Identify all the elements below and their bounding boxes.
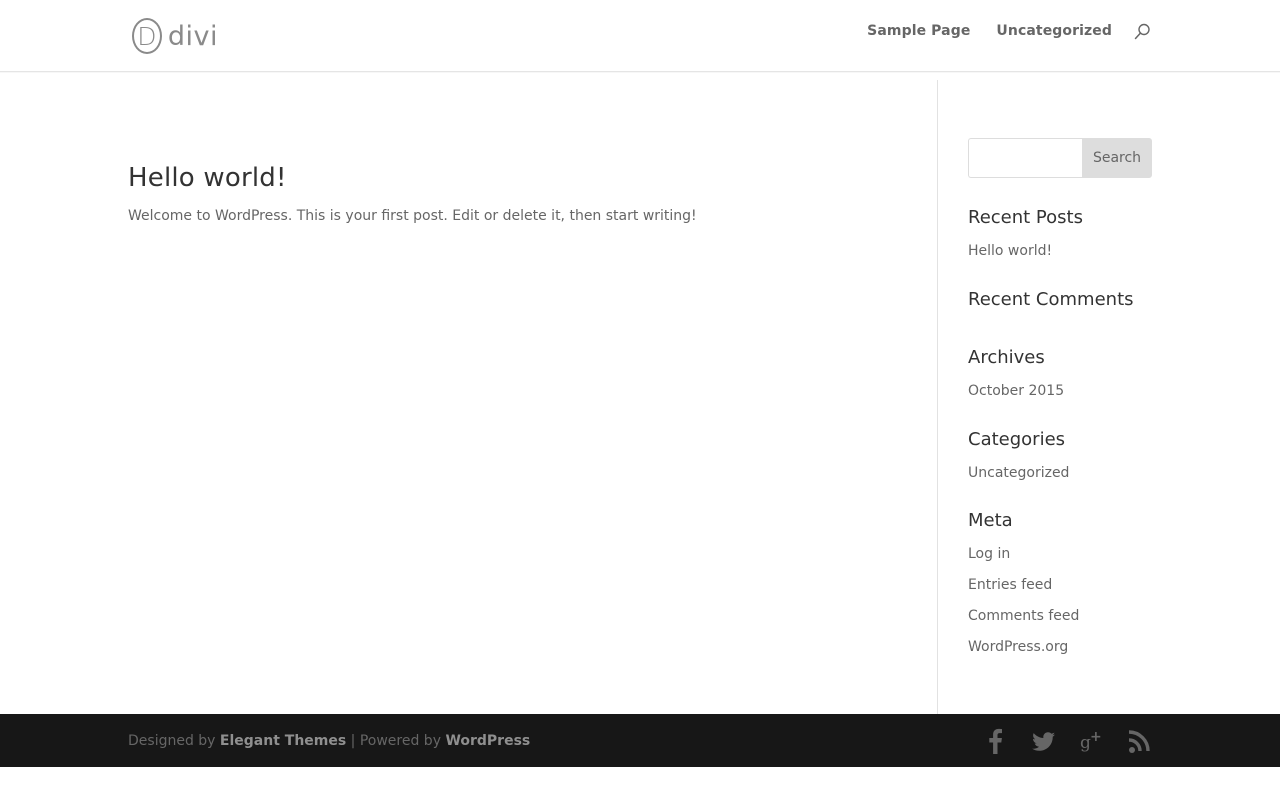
site-header: D divi Sample Page Uncategorized (0, 0, 1280, 72)
main-navigation: Sample Page Uncategorized (867, 21, 1112, 41)
widget-list: Uncategorized (968, 463, 1152, 483)
widget-title: Categories (968, 429, 1066, 450)
search-toggle-button[interactable] (1133, 22, 1153, 42)
post-title[interactable]: Hello world! (128, 163, 287, 193)
social-icons: g + (984, 727, 1152, 755)
credits-separator: | Powered by (346, 733, 446, 749)
logo-text: divi (167, 20, 218, 52)
search-widget: Search (968, 138, 1152, 178)
nav-item-uncategorized[interactable]: Uncategorized (996, 21, 1112, 41)
wordpress-link[interactable]: WordPress (445, 733, 530, 749)
meta-link-log-in[interactable]: Log in (968, 546, 1010, 562)
meta-link-entries-feed[interactable]: Entries feed (968, 577, 1052, 593)
post-title-link[interactable]: Hello world! (128, 163, 287, 193)
sidebar: Search Recent Posts Hello world! Recent … (968, 138, 1152, 655)
category-link[interactable]: Uncategorized (968, 465, 1069, 481)
site-footer: Designed by Elegant Themes | Powered by … (0, 714, 1280, 767)
widget-title: Recent Posts (968, 207, 1083, 228)
widget-categories: Categories Uncategorized (968, 428, 1152, 483)
meta-link-comments-feed[interactable]: Comments feed (968, 608, 1079, 624)
facebook-icon[interactable] (984, 727, 1008, 755)
search-input[interactable] (968, 138, 1082, 178)
widget-title: Archives (968, 347, 1045, 368)
archive-link[interactable]: October 2015 (968, 383, 1064, 399)
credits-prefix: Designed by (128, 733, 216, 749)
meta-link-wordpress-org[interactable]: WordPress.org (968, 639, 1068, 655)
rss-icon[interactable] (1128, 727, 1152, 755)
recent-post-link[interactable]: Hello world! (968, 243, 1052, 259)
nav-item-sample-page[interactable]: Sample Page (867, 21, 970, 41)
svg-text:+: + (1090, 729, 1102, 745)
twitter-icon[interactable] (1032, 727, 1056, 755)
post-excerpt: Welcome to WordPress. This is your first… (128, 208, 697, 224)
sidebar-divider (937, 80, 938, 714)
widget-title: Recent Comments (968, 289, 1134, 310)
widget-title: Meta (968, 510, 1013, 531)
widget-meta: Meta Log in Entries feed Comments feed W… (968, 509, 1152, 657)
google-plus-icon[interactable]: g + (1080, 727, 1104, 755)
widget-list: Log in Entries feed Comments feed WordPr… (968, 544, 1152, 657)
widget-archives: Archives October 2015 (968, 346, 1152, 401)
widget-list: October 2015 (968, 381, 1152, 401)
logo-mark: D (132, 18, 162, 54)
search-icon (1134, 23, 1150, 40)
widget-list: Hello world! (968, 241, 1152, 261)
widget-recent-posts: Recent Posts Hello world! (968, 206, 1152, 261)
widget-recent-comments: Recent Comments (968, 288, 1152, 312)
elegant-themes-link[interactable]: Elegant Themes (220, 733, 346, 749)
search-button[interactable]: Search (1082, 138, 1152, 178)
site-logo[interactable]: D divi (132, 15, 218, 57)
footer-credits: Designed by Elegant Themes | Powered by … (128, 731, 530, 751)
